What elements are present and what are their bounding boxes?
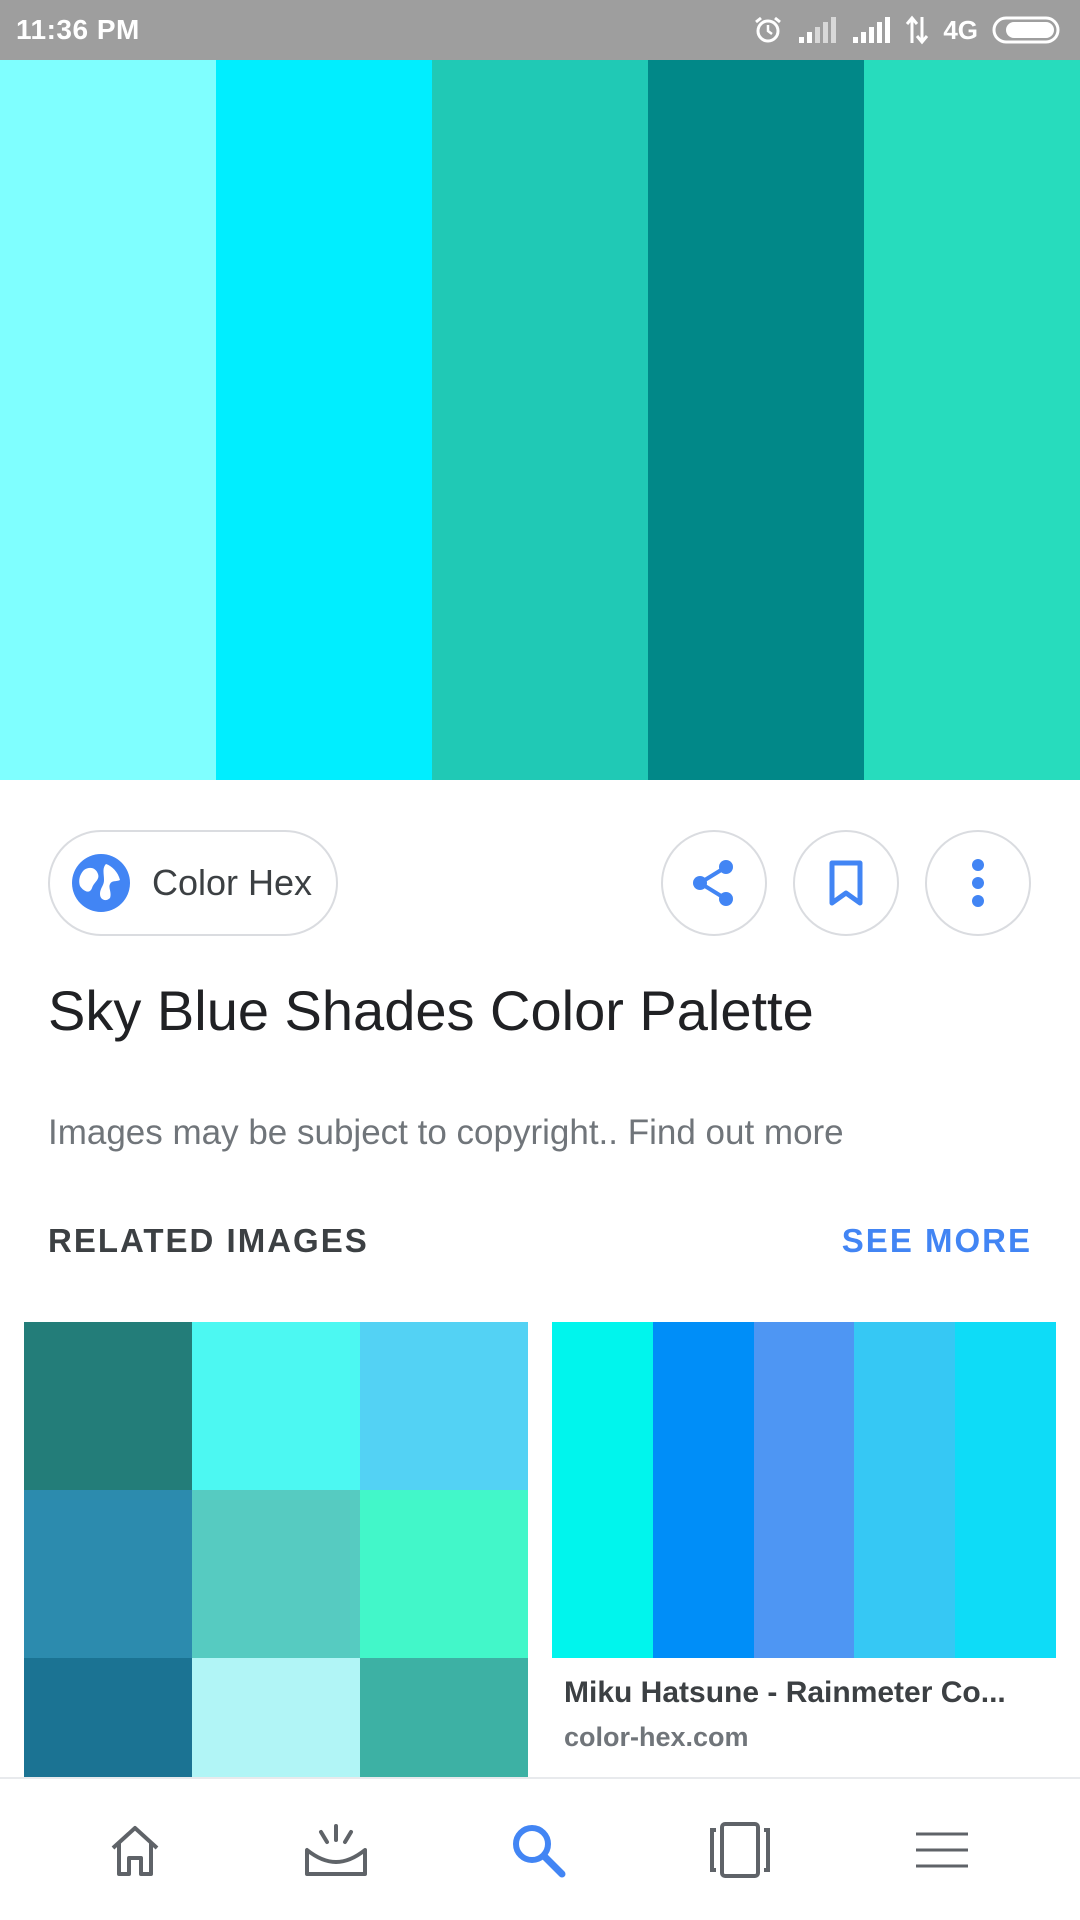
status-icons: 4G <box>753 15 1064 46</box>
related-image-caption: Miku Hatsune - Rainmeter Co... <box>564 1676 1006 1709</box>
bottom-navigation <box>0 1777 1080 1920</box>
image-title: Sky Blue Shades Color Palette <box>48 979 814 1042</box>
hero-color-stripe <box>432 60 648 780</box>
search-icon <box>508 1820 568 1880</box>
nav-menu[interactable] <box>842 1779 1042 1920</box>
related-color-stripe <box>955 1322 1056 1658</box>
related-color-swatch <box>24 1490 192 1658</box>
nav-collections[interactable] <box>640 1779 840 1920</box>
more-vert-icon <box>970 857 986 909</box>
see-more-link[interactable]: SEE MORE <box>842 1222 1032 1260</box>
nav-search[interactable] <box>438 1779 638 1920</box>
related-color-swatch <box>24 1322 192 1490</box>
alarm-icon <box>753 15 783 45</box>
save-button[interactable] <box>793 830 899 936</box>
globe-icon <box>70 852 132 914</box>
hero-color-stripe <box>216 60 432 780</box>
related-image-tile[interactable] <box>24 1322 528 1777</box>
signal-icon <box>851 17 891 43</box>
network-type: 4G <box>943 14 978 45</box>
related-image-domain: color-hex.com <box>564 1722 749 1752</box>
bookmark-icon <box>826 859 866 907</box>
more-options-button[interactable] <box>925 830 1031 936</box>
related-color-swatch <box>360 1490 528 1658</box>
hero-color-stripe <box>0 60 216 780</box>
hero-color-stripe <box>648 60 864 780</box>
related-image-tile[interactable]: Miku Hatsune - Rainmeter Co... color-hex… <box>552 1322 1056 1777</box>
source-chip[interactable]: Color Hex <box>48 830 338 936</box>
menu-icon <box>912 1830 972 1870</box>
related-color-stripe <box>753 1322 855 1658</box>
actions-row: Color Hex <box>0 830 1080 940</box>
related-color-swatch <box>192 1490 360 1658</box>
copyright-notice[interactable]: Images may be subject to copyright.. Fin… <box>48 1113 844 1153</box>
signal-icon <box>797 17 837 43</box>
related-color-swatch <box>192 1658 360 1777</box>
status-bar: 11:36 PM 4G <box>0 0 1080 60</box>
related-color-swatch <box>192 1322 360 1490</box>
related-images-header: RELATED IMAGES SEE MORE <box>48 1222 1032 1260</box>
share-icon <box>688 857 740 909</box>
nav-discover[interactable] <box>236 1779 436 1920</box>
related-color-stripe <box>652 1322 754 1658</box>
status-time: 11:36 PM <box>16 14 140 45</box>
related-images-heading: RELATED IMAGES <box>48 1222 369 1259</box>
data-transfer-icon <box>905 15 929 45</box>
battery-icon <box>992 15 1064 45</box>
source-name: Color Hex <box>152 862 313 903</box>
related-color-stripe <box>552 1322 653 1658</box>
related-color-swatch <box>24 1658 192 1777</box>
related-image-thumbnail <box>552 1322 1056 1658</box>
related-color-swatch <box>360 1322 528 1490</box>
nav-home[interactable] <box>35 1779 235 1920</box>
hero-palette-image[interactable] <box>0 60 1080 780</box>
share-button[interactable] <box>661 830 767 936</box>
home-icon <box>105 1820 165 1880</box>
discover-icon <box>303 1820 369 1880</box>
related-color-swatch <box>360 1658 528 1777</box>
collections-icon <box>708 1820 772 1880</box>
related-color-stripe <box>854 1322 956 1658</box>
hero-color-stripe <box>864 60 1080 780</box>
